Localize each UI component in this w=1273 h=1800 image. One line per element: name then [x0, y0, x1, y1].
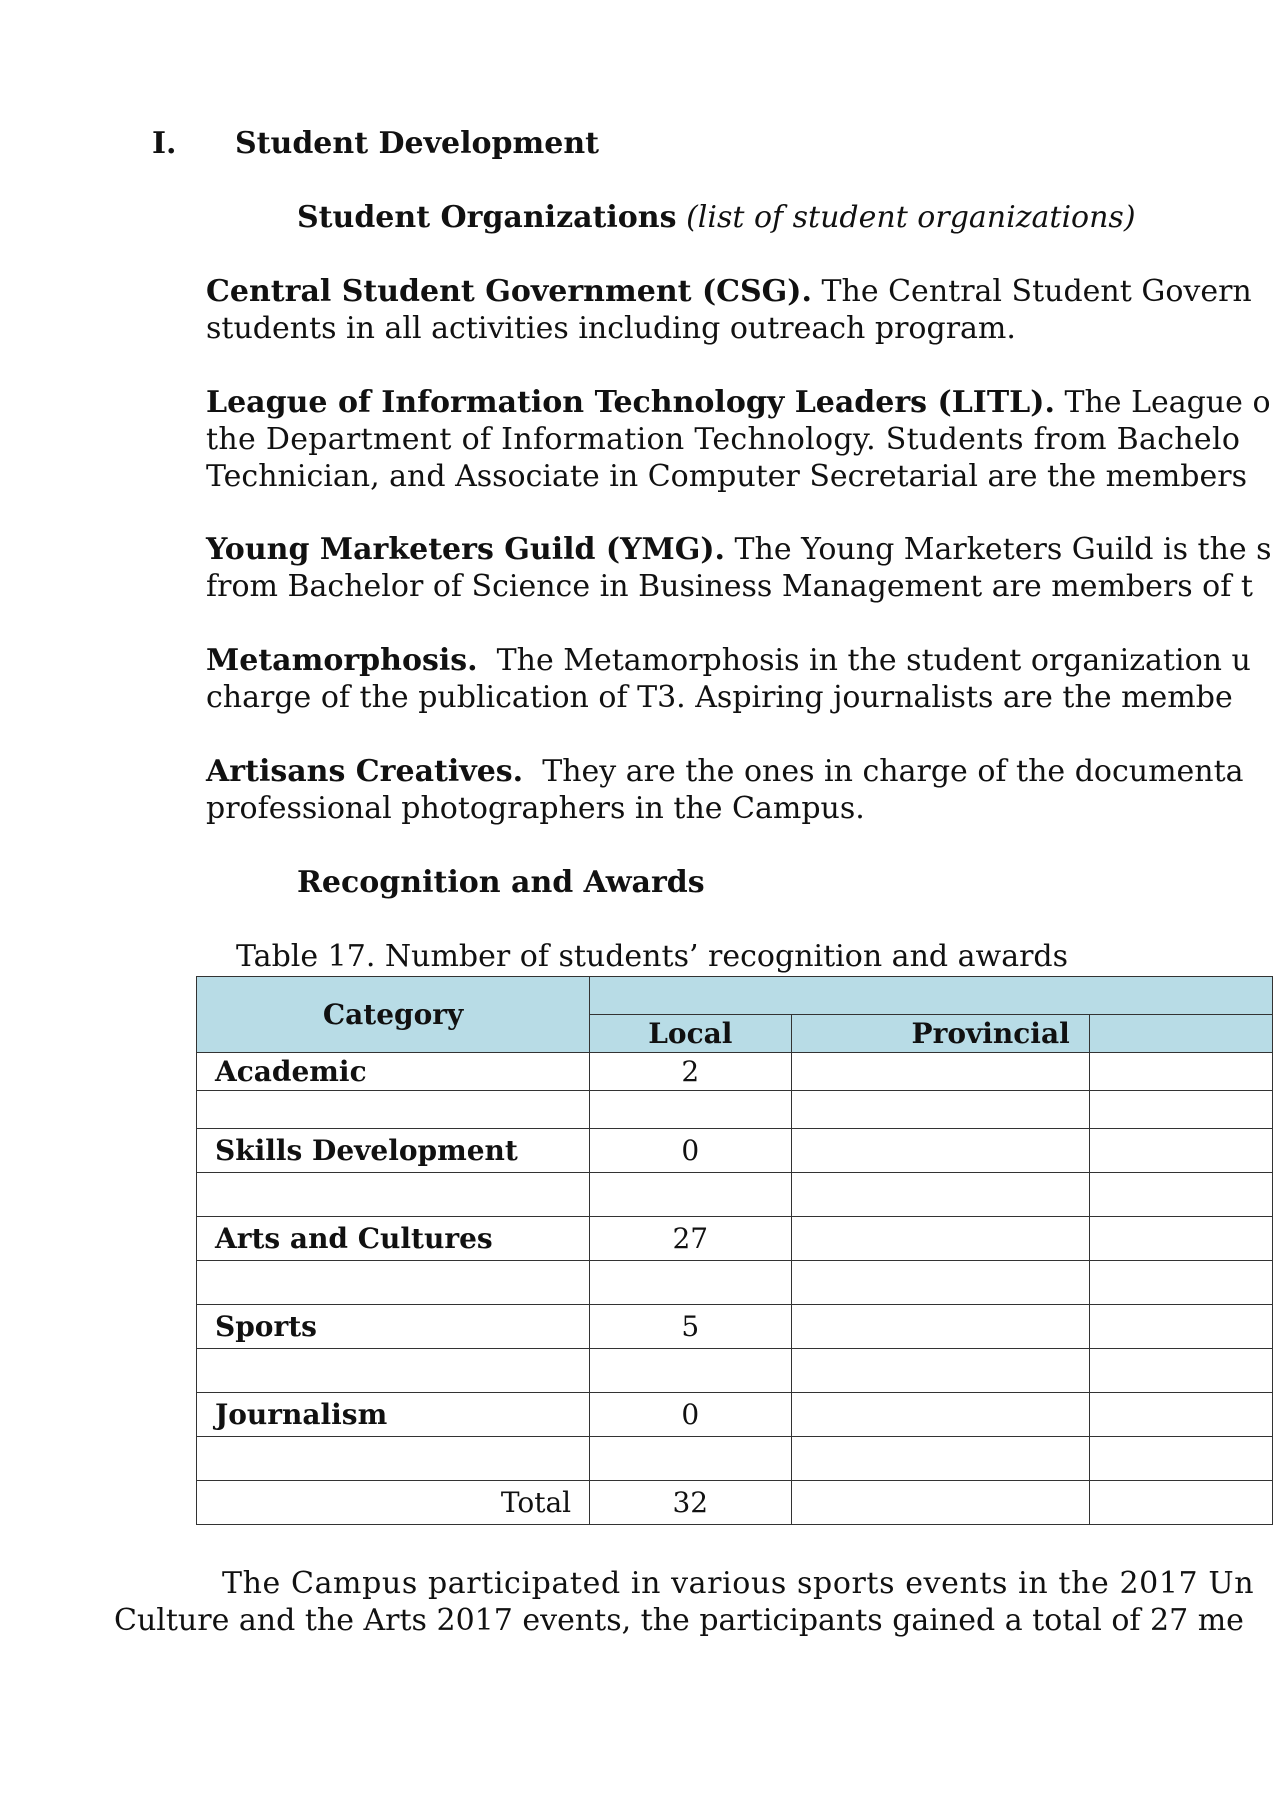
org-text-line: Technician, and Associate in Computer Se…	[206, 459, 1247, 494]
org-name: Central Student Government (CSG).	[206, 274, 812, 309]
org-text: The Young Marketers Guild is the s	[734, 532, 1272, 567]
table-row: Sports 5	[195, 1304, 1273, 1349]
column-header-group	[589, 976, 1273, 1015]
local-cell: 0	[589, 1128, 792, 1173]
awards-table: Category Local Provincial Academic 2 Ski…	[195, 976, 1273, 1525]
category-cell	[195, 1260, 591, 1305]
org-name: Artisans Creatives.	[206, 754, 524, 789]
local-cell: 5	[589, 1304, 792, 1349]
column-header-provincial: Provincial	[790, 1014, 1091, 1053]
provincial-cell	[790, 1436, 1091, 1481]
total-row: Total 32	[195, 1480, 1273, 1525]
extra-cell	[1089, 1392, 1273, 1437]
category-cell	[195, 1436, 591, 1481]
table-row	[195, 1090, 1273, 1129]
category-cell	[195, 1090, 591, 1129]
provincial-cell	[790, 1128, 1091, 1173]
extra-cell	[1089, 1216, 1273, 1261]
organizations-heading-note: (list of student organizations)	[686, 200, 1136, 235]
total-local: 32	[589, 1480, 792, 1525]
awards-heading: Recognition and Awards	[297, 865, 705, 900]
column-header-extra	[1089, 1014, 1273, 1053]
closing-line-1: The Campus participated in various sport…	[222, 1566, 1255, 1601]
category-cell: Sports	[195, 1304, 591, 1349]
org-text-line: the Department of Information Technology…	[206, 422, 1241, 457]
column-header-category: Category	[195, 976, 591, 1053]
table-row: Academic 2	[195, 1052, 1273, 1091]
org-text: The League o	[1064, 385, 1271, 420]
category-cell: Journalism	[195, 1392, 591, 1437]
provincial-cell	[790, 1052, 1091, 1091]
org-text-line: professional photographers in the Campus…	[206, 791, 865, 826]
org-text-line: charge of the publication of T3. Aspirin…	[206, 680, 1233, 715]
org-paragraph-litl: League of Information Technology Leaders…	[206, 385, 1271, 420]
column-header-local: Local	[589, 1014, 792, 1053]
category-cell: Academic	[195, 1052, 591, 1091]
local-cell: 0	[589, 1392, 792, 1437]
provincial-cell	[790, 1260, 1091, 1305]
closing-line-2: Culture and the Arts 2017 events, the pa…	[114, 1603, 1244, 1638]
category-cell: Skills Development	[195, 1128, 591, 1173]
provincial-cell	[790, 1090, 1091, 1129]
extra-cell	[1089, 1436, 1273, 1481]
org-text: The Central Student Govern	[821, 274, 1252, 309]
provincial-cell	[790, 1348, 1091, 1393]
table-row	[195, 1348, 1273, 1393]
extra-cell	[1089, 1128, 1273, 1173]
provincial-cell	[790, 1172, 1091, 1217]
organizations-heading: Student Organizations (list of student o…	[297, 200, 1136, 235]
org-name: Metamorphosis.	[206, 643, 478, 678]
total-label: Total	[195, 1480, 591, 1525]
org-name: Young Marketers Guild (YMG).	[206, 532, 725, 567]
document-page: I. Student Development Student Organizat…	[0, 0, 1273, 1800]
table-row	[195, 1172, 1273, 1217]
org-paragraph-artisans: Artisans Creatives. They are the ones in…	[206, 754, 1244, 789]
extra-cell	[1089, 1260, 1273, 1305]
local-cell: 2	[589, 1052, 792, 1091]
category-cell	[195, 1348, 591, 1393]
table-caption: Table 17. Number of students’ recognitio…	[236, 939, 1069, 974]
extra-cell	[1089, 1090, 1273, 1129]
local-cell	[589, 1436, 792, 1481]
org-name: League of Information Technology Leaders…	[206, 385, 1055, 420]
local-cell	[589, 1090, 792, 1129]
category-cell: Arts and Cultures	[195, 1216, 591, 1261]
org-text: They are the ones in charge of the docum…	[532, 754, 1244, 789]
local-cell	[589, 1348, 792, 1393]
section-number: I.	[152, 126, 177, 161]
extra-cell	[1089, 1348, 1273, 1393]
section-title: Student Development	[235, 126, 600, 161]
org-text-line: from Bachelor of Science in Business Man…	[206, 569, 1253, 604]
org-text: The Metamorphosis in the student organiz…	[487, 643, 1251, 678]
table-row	[195, 1260, 1273, 1305]
local-cell: 27	[589, 1216, 792, 1261]
table-row	[195, 1436, 1273, 1481]
total-provincial	[790, 1480, 1091, 1525]
extra-cell	[1089, 1304, 1273, 1349]
org-paragraph-csg: Central Student Government (CSG). The Ce…	[206, 274, 1252, 309]
provincial-cell	[790, 1392, 1091, 1437]
table-row: Skills Development 0	[195, 1128, 1273, 1173]
table-row: Arts and Cultures 27	[195, 1216, 1273, 1261]
extra-cell	[1089, 1052, 1273, 1091]
category-cell	[195, 1172, 591, 1217]
local-cell	[589, 1260, 792, 1305]
extra-cell	[1089, 1172, 1273, 1217]
local-cell	[589, 1172, 792, 1217]
org-paragraph-metamorphosis: Metamorphosis. The Metamorphosis in the …	[206, 643, 1251, 678]
table-row: Journalism 0	[195, 1392, 1273, 1437]
provincial-cell	[790, 1304, 1091, 1349]
provincial-cell	[790, 1216, 1091, 1261]
org-text-line: students in all activities including out…	[206, 311, 1016, 346]
organizations-heading-text: Student Organizations	[297, 200, 677, 235]
total-extra	[1089, 1480, 1273, 1525]
org-paragraph-ymg: Young Marketers Guild (YMG). The Young M…	[206, 532, 1272, 567]
